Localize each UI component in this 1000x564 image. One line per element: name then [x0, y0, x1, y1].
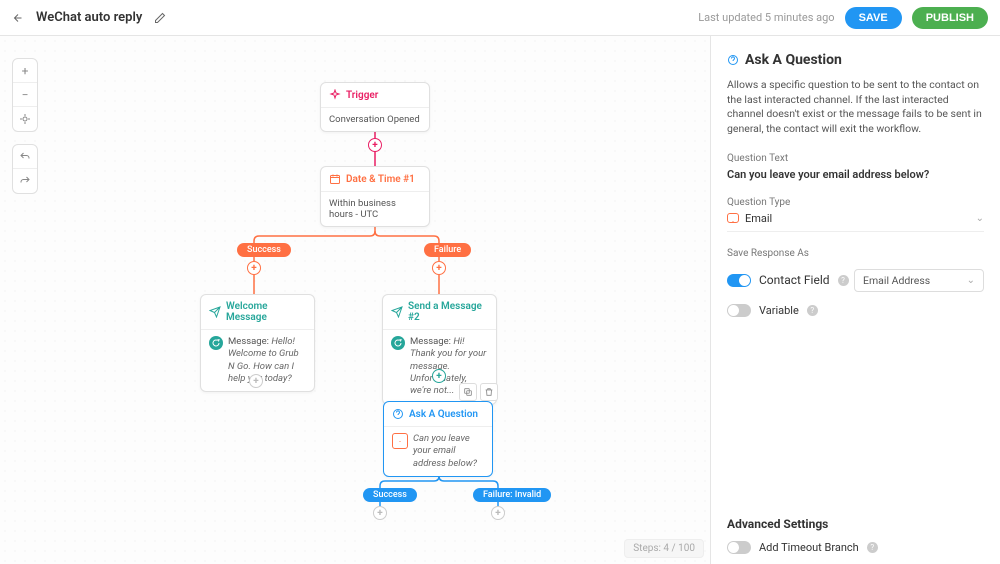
- question-type-label: Question Type: [727, 197, 984, 208]
- node-body: Within business hours - UTC: [321, 192, 429, 226]
- sidebar-title-row: Ask A Question: [727, 52, 984, 68]
- node-actions: [459, 383, 498, 401]
- delete-node-button[interactable]: [480, 383, 498, 401]
- save-button[interactable]: SAVE: [845, 7, 902, 29]
- undo-controls: [12, 144, 38, 194]
- trigger-icon: [329, 89, 341, 101]
- last-updated-label: Last updated 5 minutes ago: [698, 11, 834, 24]
- duplicate-node-button[interactable]: [459, 383, 477, 401]
- advanced-settings-label: Advanced Settings: [727, 517, 984, 531]
- sidebar-title: Ask A Question: [745, 52, 842, 68]
- contact-field-label: Contact Field: [759, 273, 830, 287]
- node-datetime[interactable]: Date & Time #1 Within business hours - U…: [320, 166, 430, 227]
- node-trigger[interactable]: Trigger Conversation Opened: [320, 82, 430, 132]
- steps-counter: Steps: 4 / 100: [624, 539, 704, 558]
- add-step-button[interactable]: +: [432, 261, 446, 275]
- undo-icon: [19, 151, 31, 163]
- channel-badge-icon: [209, 336, 223, 350]
- node-header: Send a Message #2: [383, 295, 496, 330]
- calendar-icon: [329, 173, 341, 185]
- zoom-out-button[interactable]: −: [13, 83, 37, 107]
- publish-button[interactable]: PUBLISH: [912, 7, 988, 29]
- question-type-select[interactable]: Email ⌄: [727, 212, 984, 232]
- node-header: Welcome Message: [201, 295, 314, 330]
- node-title: Send a Message #2: [408, 301, 488, 323]
- add-step-button[interactable]: +: [249, 374, 263, 388]
- contact-field-select[interactable]: Email Address ⌄: [854, 269, 984, 292]
- header-left: WeChat auto reply: [12, 10, 166, 25]
- zoom-fit-button[interactable]: [13, 107, 37, 131]
- app-header: WeChat auto reply Last updated 5 minutes…: [0, 0, 1000, 36]
- node-message: Message: Hello! Welcome to Grub N Go. Ho…: [228, 336, 306, 385]
- send-icon: [391, 306, 403, 318]
- sidebar-description: Allows a specific question to be sent to…: [727, 78, 984, 137]
- back-arrow-icon[interactable]: [12, 12, 24, 24]
- variable-toggle[interactable]: [727, 304, 751, 317]
- variable-row: Variable ?: [727, 304, 984, 317]
- collapse-sidebar-button[interactable]: [710, 40, 711, 64]
- node-ask-question[interactable]: Ask A Question Can you leave your email …: [383, 401, 493, 477]
- header-right: Last updated 5 minutes ago SAVE PUBLISH: [698, 7, 988, 29]
- question-text-label: Question Text: [727, 153, 984, 164]
- question-icon: [727, 54, 739, 66]
- timeout-branch-toggle[interactable]: [727, 541, 751, 554]
- node-title: Ask A Question: [409, 409, 478, 420]
- node-message: Can you leave your email address below?: [413, 433, 484, 470]
- add-step-button[interactable]: +: [373, 506, 387, 520]
- branch-pill-ask-failure[interactable]: Failure: Invalid: [473, 488, 551, 502]
- help-icon[interactable]: ?: [867, 542, 878, 553]
- email-icon: [392, 433, 408, 449]
- chevron-down-icon: ⌄: [967, 275, 975, 286]
- add-step-button[interactable]: +: [247, 261, 261, 275]
- node-header: Date & Time #1: [321, 167, 429, 192]
- copy-icon: [463, 387, 473, 397]
- timeout-branch-label: Add Timeout Branch: [759, 541, 859, 554]
- node-title: Date & Time #1: [346, 174, 415, 185]
- contact-field-row: Contact Field ? Email Address ⌄: [727, 269, 984, 292]
- node-title: Welcome Message: [226, 301, 306, 323]
- workflow-title: WeChat auto reply: [36, 10, 142, 25]
- send-icon: [209, 306, 221, 318]
- property-sidebar: Ask A Question Allows a specific questio…: [710, 36, 1000, 564]
- redo-button[interactable]: [13, 169, 37, 193]
- channel-badge-icon: [391, 336, 405, 350]
- fit-icon: [19, 113, 31, 125]
- trash-icon: [484, 387, 494, 397]
- contact-field-select-value: Email Address: [863, 274, 930, 287]
- node-body: Conversation Opened: [321, 108, 429, 131]
- add-step-button[interactable]: +: [368, 138, 382, 152]
- node-body: Can you leave your email address below?: [384, 427, 492, 476]
- node-header: Ask A Question: [384, 402, 492, 427]
- zoom-in-button[interactable]: +: [13, 59, 37, 83]
- help-icon[interactable]: ?: [838, 275, 849, 286]
- edit-icon[interactable]: [154, 12, 166, 24]
- branch-pill-failure[interactable]: Failure: [424, 243, 471, 257]
- variable-label: Variable: [759, 304, 799, 317]
- branch-pill-success[interactable]: Success: [237, 243, 291, 257]
- branch-pill-ask-success[interactable]: Success: [363, 488, 417, 502]
- save-response-label: Save Response As: [727, 248, 984, 259]
- contact-field-toggle[interactable]: [727, 274, 751, 287]
- zoom-controls: + −: [12, 58, 38, 132]
- question-text-value[interactable]: Can you leave your email address below?: [727, 168, 984, 181]
- undo-button[interactable]: [13, 145, 37, 169]
- add-step-button[interactable]: +: [491, 506, 505, 520]
- chevron-down-icon: ⌄: [976, 213, 984, 224]
- add-step-button[interactable]: +: [432, 369, 446, 383]
- node-title: Trigger: [346, 90, 378, 101]
- question-icon: [392, 408, 404, 420]
- redo-icon: [19, 175, 31, 187]
- workflow-canvas[interactable]: + −: [0, 36, 710, 564]
- timeout-branch-row: Add Timeout Branch ?: [727, 541, 984, 554]
- node-header: Trigger: [321, 83, 429, 108]
- email-icon: [727, 213, 739, 223]
- question-type-value: Email: [745, 212, 772, 225]
- help-icon[interactable]: ?: [807, 305, 818, 316]
